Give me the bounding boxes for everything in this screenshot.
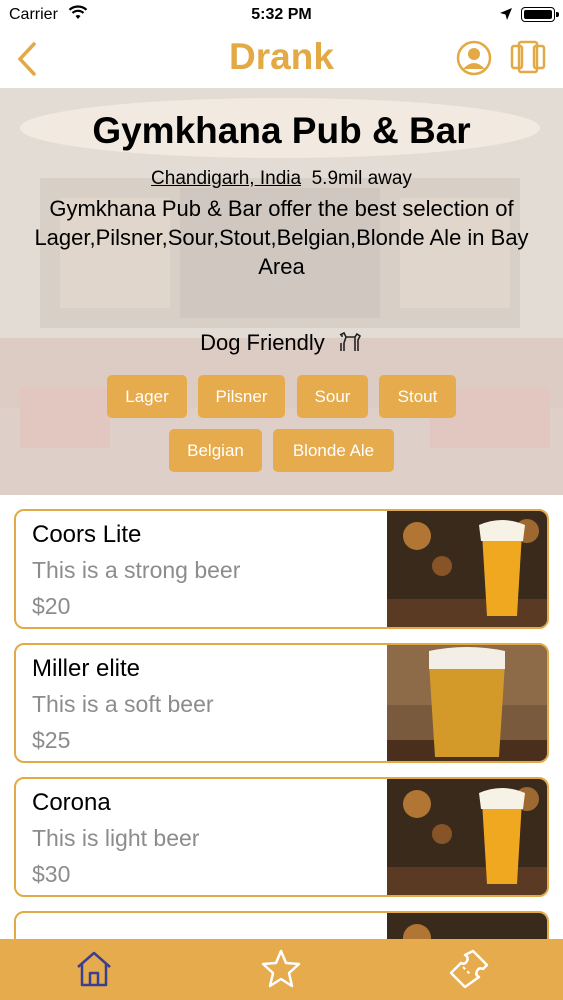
home-icon[interactable] <box>72 947 116 991</box>
beer-photo <box>387 511 547 627</box>
beer-card-corona[interactable]: Corona This is light beer $30 <box>14 777 549 897</box>
beer-price: $20 <box>32 593 71 619</box>
ticket-icon[interactable] <box>447 947 491 991</box>
star-icon[interactable] <box>259 947 303 991</box>
tag-stout[interactable]: Stout <box>379 375 456 418</box>
beer-price: $30 <box>32 861 71 887</box>
beer-card-miller-elite[interactable]: Miller elite This is a soft beer $25 <box>14 643 549 763</box>
dog-icon <box>339 331 361 351</box>
beer-description: This is a soft beer <box>32 691 214 717</box>
pub-description: Gymkhana Pub & Bar offer the best select… <box>34 196 529 279</box>
cards-icon[interactable] <box>509 40 547 76</box>
beer-name: Coors Lite <box>32 521 142 548</box>
beer-photo <box>387 645 547 761</box>
tag-belgian[interactable]: Belgian <box>169 429 262 472</box>
status-bar: Carrier 5:32 PM <box>0 0 563 30</box>
location-arrow-icon <box>499 7 513 26</box>
pub-distance: 5.9mil away <box>311 168 412 189</box>
clock: 5:32 PM <box>251 6 312 23</box>
pub-name: Gymkhana Pub & Bar <box>92 110 471 151</box>
beer-description: This is a strong beer <box>32 557 241 583</box>
pub-header: Gymkhana Pub & Bar Chandigarh, India 5.9… <box>0 88 563 495</box>
user-circle-icon[interactable] <box>456 40 492 76</box>
tag-pilsner[interactable]: Pilsner <box>198 375 285 418</box>
beer-description: This is light beer <box>32 825 200 851</box>
beer-card-coors-lite[interactable]: Coors Lite This is a strong beer $20 <box>14 509 549 629</box>
beer-price: $25 <box>32 727 71 753</box>
tag-sour[interactable]: Sour <box>297 375 368 418</box>
nav-bar: Drank <box>0 30 563 88</box>
tab-bar <box>0 939 563 1000</box>
dog-friendly-row: Dog Friendly <box>0 330 563 356</box>
location-line: Chandigarh, India 5.9mil away <box>0 168 563 190</box>
pub-location-link[interactable]: Chandigarh, India <box>151 168 301 189</box>
dog-friendly-label: Dog Friendly <box>200 330 325 355</box>
tag-lager[interactable]: Lager <box>107 375 187 418</box>
beer-name: Corona <box>32 789 111 816</box>
beer-name: Miller elite <box>32 655 141 682</box>
tag-blonde-ale[interactable]: Blonde Ale <box>273 429 394 472</box>
beer-photo <box>387 779 547 895</box>
battery-icon <box>521 7 559 22</box>
